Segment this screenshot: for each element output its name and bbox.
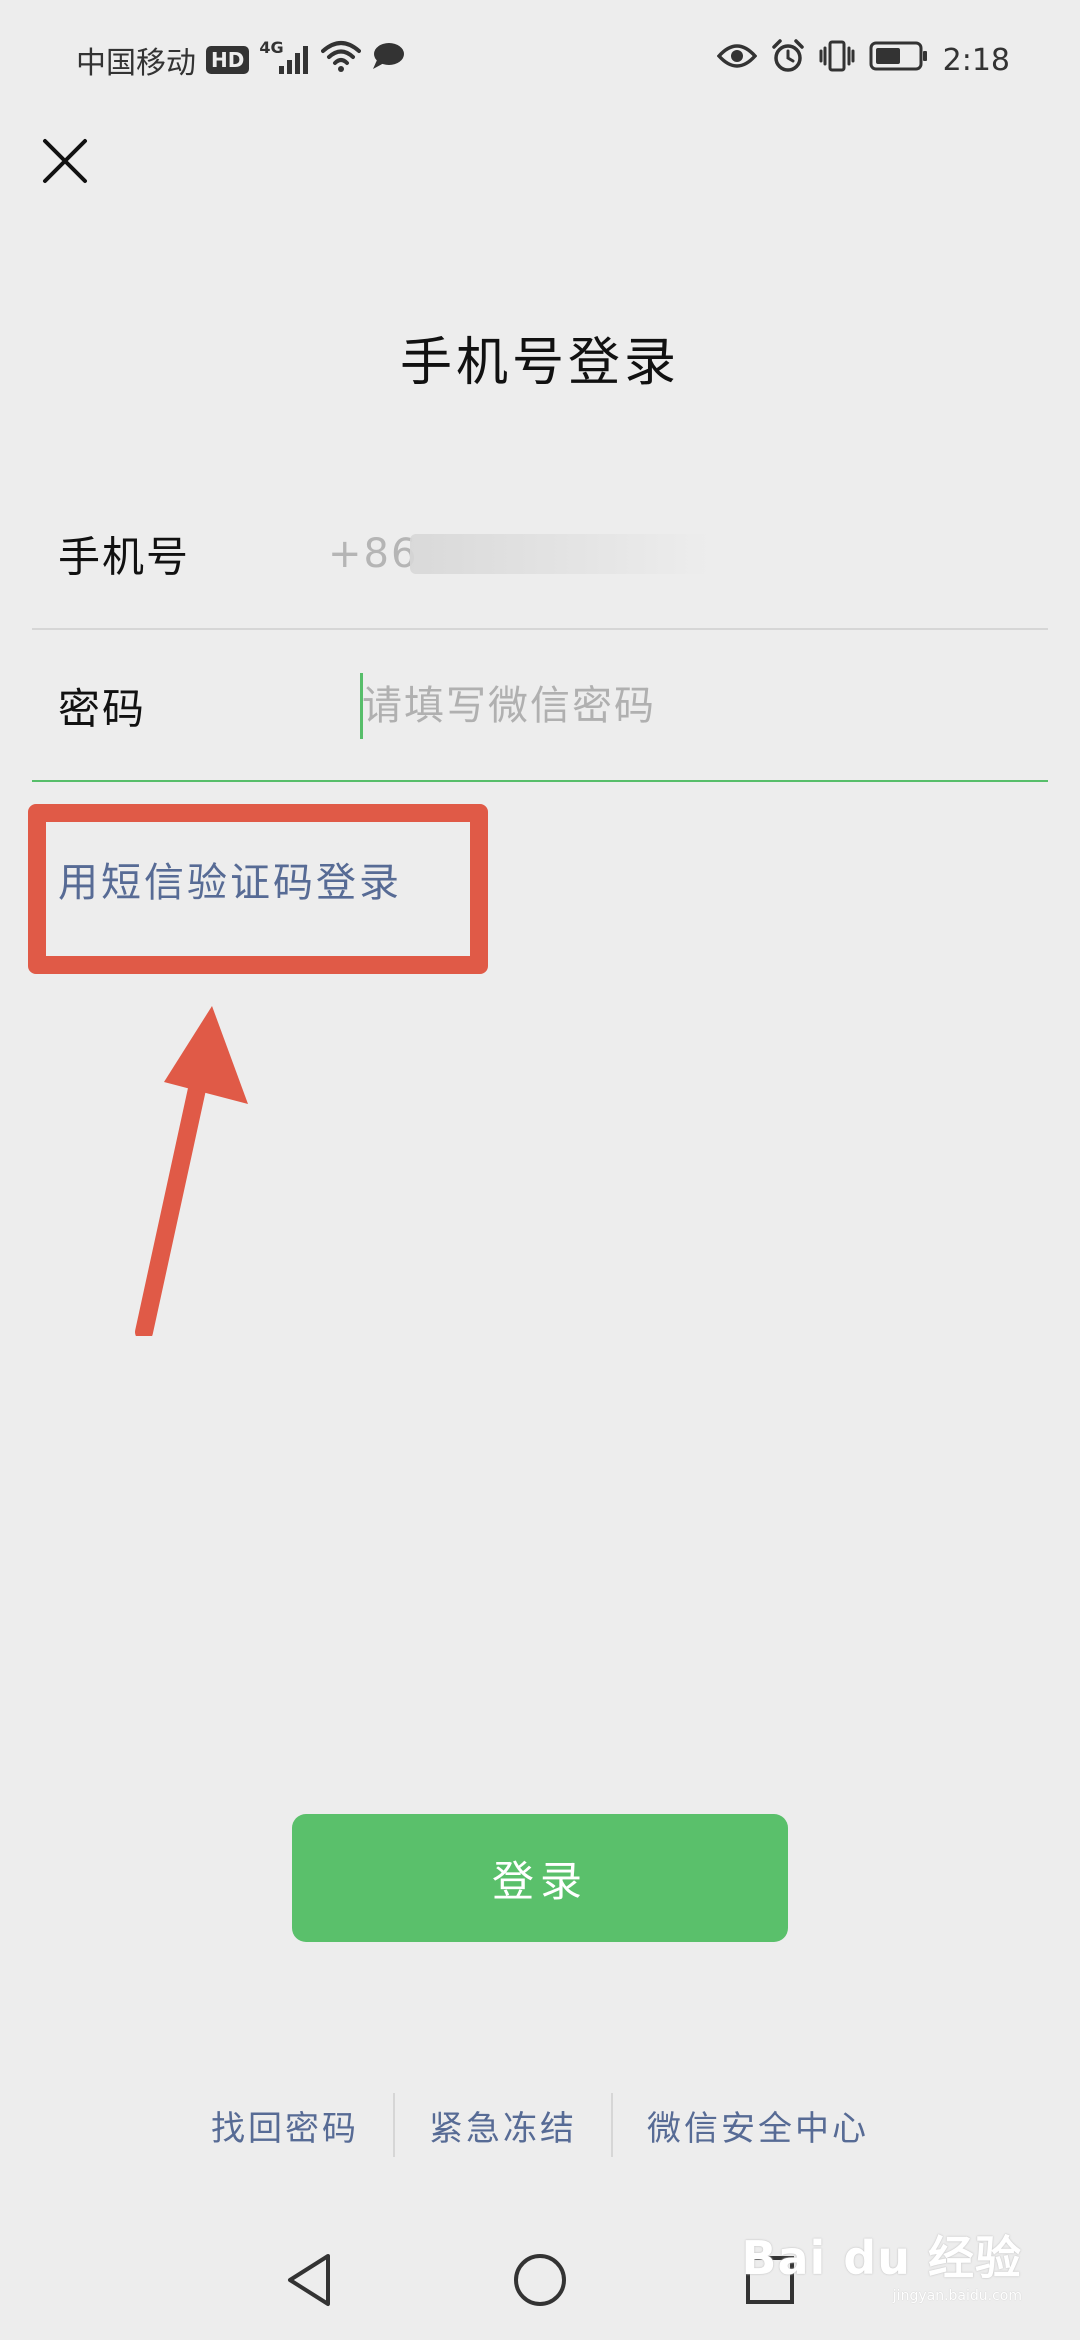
password-input[interactable] [362,674,1042,738]
page-title: 手机号登录 [399,333,680,393]
highlight-box [28,804,488,974]
close-button[interactable] [36,132,94,190]
status-bar: 中国移动 HD 4G 2:18 [0,0,1080,120]
watermark-url: jingyan.baidu.com [892,2288,1022,2304]
status-left: 中国移动 HD 4G [76,38,405,81]
hd-badge: HD [206,46,250,74]
message-icon [371,41,405,79]
password-label: 密码 [58,684,147,734]
security-center-link[interactable]: 微信安全中心 [613,2101,903,2150]
phone-label: 手机号 [58,532,191,582]
watermark-brand: Bai du 经验 [741,2231,1022,2285]
cellular-signal-icon: 4G [259,38,311,80]
status-right: 2:18 [716,39,1010,81]
find-password-link[interactable]: 找回密码 [177,2101,393,2150]
emergency-freeze-link[interactable]: 紧急冻结 [395,2101,611,2150]
bottom-links: 找回密码 紧急冻结 微信安全中心 [0,2090,1080,2160]
carrier-name: 中国移动 [76,46,196,81]
clock-time: 2:18 [942,42,1010,78]
home-button[interactable] [508,2248,572,2312]
back-triangle-icon [288,2254,330,2306]
annotation-arrow [135,1006,248,1336]
phone-number-redaction [410,534,710,574]
close-icon [43,139,87,183]
phone-row: 手机号 +86 [32,480,1048,630]
vibrate-icon [819,39,855,81]
home-circle-icon [514,2254,566,2306]
battery-icon [869,40,929,80]
login-screen: 中国移动 HD 4G 2:18 手机号登录 手机号 +86 密码 用短信验证码登… [0,0,1080,2340]
back-button[interactable] [278,2248,342,2312]
login-button[interactable]: 登录 [292,1814,788,1942]
eye-icon [716,42,757,78]
password-row: 密码 [32,632,1048,782]
alarm-icon [771,39,805,81]
wifi-icon [321,39,362,81]
baidu-jingyan-watermark: Bai du 经验 jingyan.baidu.com [741,2222,1022,2304]
